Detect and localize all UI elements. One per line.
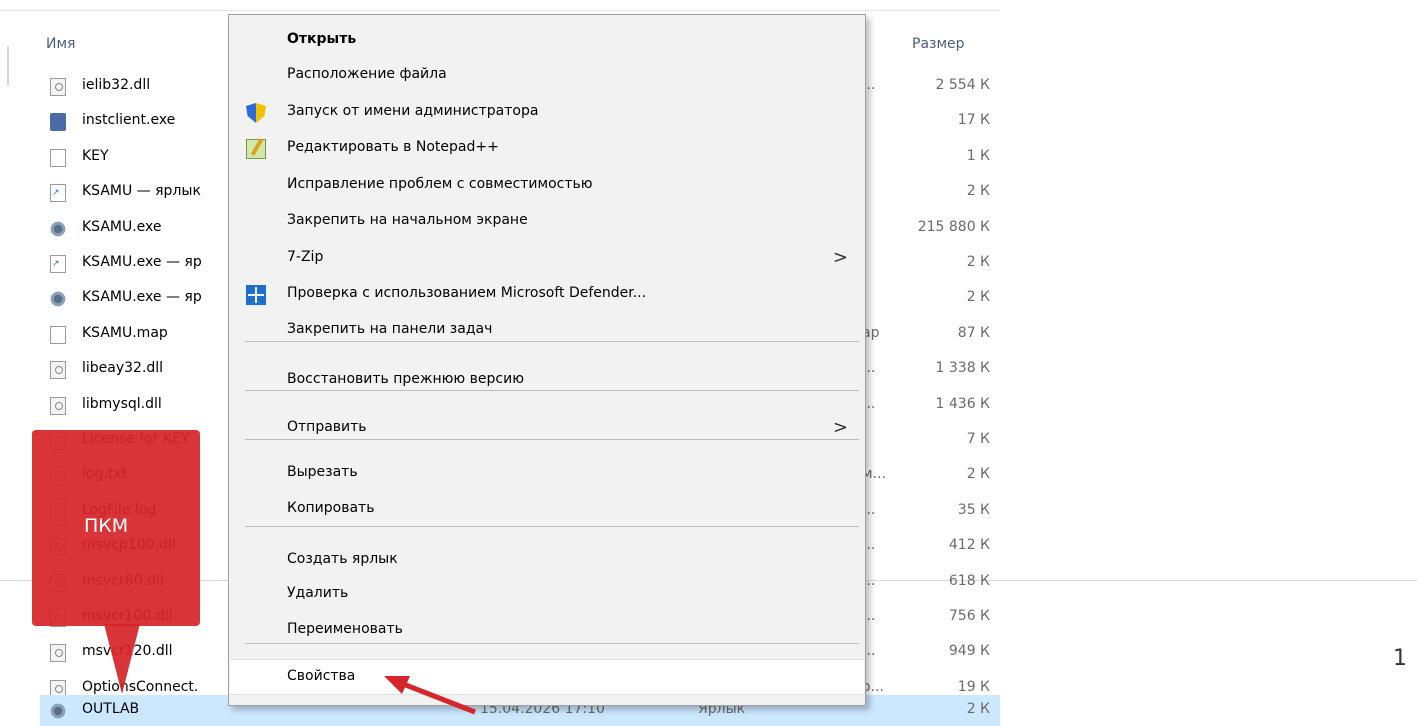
file-size: 215 880 К [917,218,990,235]
file-size: 949 К [948,643,990,660]
file-name: KSAMU.map [82,324,168,341]
menu-item-label: Проверка с использованием Microsoft Defe… [287,285,647,301]
shortcut-icon [50,184,66,203]
red-arrow-icon [384,676,476,715]
file-size: 756 К [948,608,990,624]
file-size: 1 338 К [935,360,990,377]
menu-item-15[interactable]: Переименовать [230,613,864,647]
file-name: OptionsConnect. [82,678,199,695]
file-icon [50,148,66,167]
menu-item-label: Отправить [287,419,367,435]
menu-item-label: Редактировать в Notepad++ [287,139,499,155]
file-name: OUTLAB [82,701,140,717]
file-size: 2 К [966,701,990,717]
gear-app-icon [50,702,66,720]
file-name: libmysql.dll [82,395,162,412]
file-size: 2 554 К [935,77,990,93]
exe-icon [50,113,66,132]
menu-item-label: Исправление проблем с совместимостью [287,176,593,192]
menu-item-label: Переименовать [287,621,403,637]
file-size: 7 К [966,431,990,447]
file-name: KEY [82,147,109,164]
menu-item-12[interactable]: Копировать [230,492,864,526]
file-name: KSAMU — ярлык [82,183,201,200]
menu-item-label: Создать ярлык [287,551,398,567]
gear-app-icon [50,290,66,309]
file-size: 87 К [957,324,990,341]
menu-separator [245,341,859,342]
menu-item-3[interactable]: Редактировать в Notepad++ [230,131,864,165]
file-size: 2 К [966,466,990,483]
shortcut-icon [50,255,66,273]
file-size: 618 К [948,572,990,589]
menu-item-label: Восстановить прежнюю версию [287,371,524,387]
file-name: libeay32.dll [82,360,164,377]
dll-icon [50,78,66,96]
menu-item-14[interactable]: Удалить [230,577,864,611]
menu-separator [245,526,859,527]
file-size: 17 К [957,112,990,129]
file-name: KSAMU.exe [82,218,162,235]
menu-item-16[interactable]: Свойства [230,659,864,695]
header-divider [0,10,1000,11]
menu-item-label: Закрепить на начальном экране [287,212,528,228]
menu-separator [245,643,859,644]
gear-app-icon [50,219,66,238]
notepad-plus-plus-icon [246,139,266,159]
file-name: instclient.exe [82,112,176,129]
file-size: 2 К [966,289,990,306]
file-size: 2 К [966,254,990,270]
defender-icon [246,285,266,305]
menu-separator [245,439,859,440]
file-name: ielib32.dll [82,77,151,93]
file-size: 1 436 К [935,395,990,412]
menu-item-5[interactable]: Закрепить на начальном экране [230,204,864,238]
menu-item-1[interactable]: Расположение файла [230,58,864,92]
menu-item-4[interactable]: Исправление проблем с совместимостью [230,168,864,202]
menu-item-label: Открыть [287,31,357,47]
menu-item-label: Удалить [287,585,349,601]
callout-label: ПКМ [84,515,129,537]
file-size: 1 К [966,147,990,164]
dll-icon [50,644,66,663]
menu-item-2[interactable]: Запуск от имени администратора [230,95,864,129]
column-header-size[interactable]: Размер [912,36,965,52]
menu-item-label: 7-Zip [287,249,324,265]
uac-shield-icon [246,103,266,123]
scroll-edge [7,46,9,86]
menu-item-label: Закрепить на панели задач [287,321,493,337]
callout-pointer [104,624,140,694]
menu-item-11[interactable]: Вырезать [230,456,864,490]
file-icon [50,325,66,344]
menu-item-0[interactable]: Открыть [230,23,864,57]
context-menu: Открыть Расположение файла Запуск от имени… [228,14,866,706]
menu-item-label: Копировать [287,500,375,516]
file-size: 35 К [957,501,990,518]
dll-icon [50,361,66,380]
page-number: 1 [1393,646,1407,671]
menu-item-label: Вырезать [287,464,358,480]
file-size: 2 К [966,183,990,200]
menu-separator [245,390,859,391]
dll-icon [50,396,66,415]
file-size: 412 К [948,537,990,554]
file-name: KSAMU.exe — яр [82,254,202,270]
file-size: 19 К [957,678,990,695]
file-name: KSAMU.exe — яр [82,289,202,306]
menu-item-label: Запуск от имени администратора [287,103,539,119]
menu-item-13[interactable]: Создать ярлык [230,543,864,577]
column-header-name[interactable]: Имя [46,36,75,52]
chevron-right-icon: > [832,247,848,268]
menu-item-7[interactable]: Проверка с использованием Microsoft Defe… [230,277,864,311]
menu-item-9[interactable]: Восстановить прежнюю версию [230,363,864,397]
chevron-right-icon: > [832,417,848,438]
menu-item-label: Свойства [287,668,356,684]
menu-item-label: Расположение файла [287,66,447,82]
menu-item-6[interactable]: 7-Zip > [230,241,864,275]
